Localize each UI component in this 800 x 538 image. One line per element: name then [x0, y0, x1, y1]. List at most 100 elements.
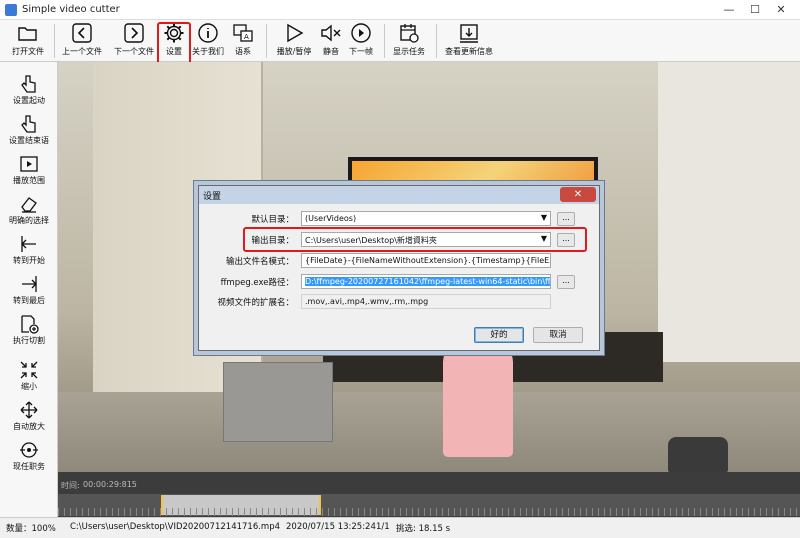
next-frame-label: 下一帧 [349, 47, 373, 56]
timeline-ticks [58, 508, 800, 516]
next-file-label: 下一个文件 [114, 47, 154, 56]
sidebar: 设置起动 设置结束语 播放范围 明确的选择 转到开始 转到最后 执行切割 缩小 … [0, 62, 58, 517]
file-path-status: C:\Users\user\Desktop\VID20200712141716.… [70, 522, 281, 532]
mute-button[interactable]: 静音 [318, 22, 344, 60]
auto-zoom-label: 自动放大 [13, 422, 45, 431]
hand-pointer-icon [21, 75, 36, 93]
task-icon [20, 442, 38, 458]
selection-length-status: 挑选: 18.15 s [396, 524, 451, 534]
maximize-button[interactable]: ☐ [744, 2, 766, 18]
language-icon: A [233, 24, 253, 42]
output-dir-highlight [243, 227, 587, 252]
dialog-title-bar: 设置 ✕ [199, 186, 599, 204]
mute-icon [321, 24, 341, 42]
language-button[interactable]: A 语系 [228, 22, 258, 60]
set-start-label: 设置起动 [13, 96, 45, 105]
extensions-input[interactable]: .mov,.avi,.mp4,.wmv,.rm,.mpg [301, 294, 551, 309]
set-end-label: 设置结束语 [9, 136, 49, 145]
dialog-title: 设置 [203, 192, 222, 202]
open-file-label: 打开文件 [12, 47, 44, 56]
shrink-label: 缩小 [21, 382, 37, 391]
play-pause-label: 播放/暂停 [276, 47, 312, 56]
shrink-icon [20, 361, 38, 379]
check-updates-button[interactable]: 查看更新信息 [440, 22, 498, 60]
play-pause-button[interactable]: 播放/暂停 [272, 22, 316, 60]
time-bar: 时间: 00:00:29:815 [58, 472, 800, 517]
timeline[interactable] [58, 494, 800, 516]
close-button[interactable]: ✕ [770, 2, 792, 18]
default-dir-browse-button[interactable]: ... [557, 212, 575, 226]
go-end-icon [22, 276, 37, 292]
set-end-button[interactable]: 设置结束语 [0, 112, 58, 150]
video-frame-child [443, 342, 513, 457]
title-bar: Simple video cutter — ☐ ✕ [0, 0, 800, 20]
video-frame-drawer [223, 362, 333, 442]
update-icon [460, 24, 478, 43]
expand-icon [20, 401, 38, 419]
settings-dialog: 设置 ✕ 默认目录： (UserVideos) ▼ ... 输出目录： C:\U… [198, 185, 600, 351]
toolbar: 打开文件 上一个文件 下一个文件 设置 关于我们 A 语系 播放/暂停 静音 下… [0, 20, 800, 62]
go-to-end-label: 转到最后 [13, 296, 45, 305]
about-label: 关于我们 [192, 47, 224, 56]
svg-text:A: A [244, 33, 249, 41]
chevron-right-icon [124, 23, 144, 43]
about-button[interactable]: 关于我们 [190, 22, 226, 60]
info-icon [198, 23, 218, 43]
play-range-button[interactable]: 播放范围 [0, 152, 58, 190]
clear-selection-button[interactable]: 明确的选择 [0, 192, 58, 230]
dropdown-arrow-icon: ▼ [540, 213, 547, 222]
check-updates-label: 查看更新信息 [445, 47, 493, 56]
default-dir-label: 默认目录： [251, 215, 294, 225]
ok-button[interactable]: 好的 [474, 327, 524, 343]
document-add-icon [21, 315, 39, 334]
app-icon [5, 4, 17, 16]
filename-pattern-input[interactable]: {FileDate}-{FileNameWithoutExtension}.{T… [301, 253, 551, 268]
hand-pointer-icon [21, 115, 36, 133]
mute-label: 静音 [323, 47, 339, 56]
prev-file-button[interactable]: 上一个文件 [58, 22, 106, 60]
current-task-button[interactable]: 现任职务 [0, 438, 58, 476]
clear-selection-label: 明确的选择 [9, 216, 49, 225]
time-value: 00:00:29:815 [83, 480, 137, 489]
video-frame-shelf [658, 62, 800, 362]
next-file-button[interactable]: 下一个文件 [110, 22, 158, 60]
filename-pattern-label: 输出文件名模式： [225, 257, 294, 267]
default-dir-select[interactable]: (UserVideos) ▼ [301, 211, 551, 226]
dialog-close-button[interactable]: ✕ [560, 187, 596, 202]
zoom-status: 数量：100% [6, 524, 56, 534]
go-to-start-label: 转到开始 [13, 256, 45, 265]
chevron-left-icon [72, 23, 92, 43]
show-tasks-button[interactable]: 显示任务 [388, 22, 430, 60]
auto-zoom-button[interactable]: 自动放大 [0, 398, 58, 436]
calendar-icon [400, 24, 419, 43]
execute-cut-button[interactable]: 执行切割 [0, 312, 58, 350]
go-start-icon [21, 236, 36, 252]
go-to-start-button[interactable]: 转到开始 [0, 232, 58, 270]
extensions-label: 视频文件的扩展名： [217, 298, 294, 308]
video-frame-pot [668, 437, 728, 472]
show-tasks-label: 显示任务 [393, 47, 425, 56]
minimize-button[interactable]: — [718, 2, 740, 18]
window-title: Simple video cutter [22, 4, 120, 15]
go-to-end-button[interactable]: 转到最后 [0, 272, 58, 310]
ffmpeg-path-label: ffmpeg.exe路径： [220, 278, 294, 288]
ffmpeg-path-value: D:\ffmpeg-20200727161042\ffmpeg-latest-w… [305, 277, 550, 286]
default-dir-value: (UserVideos) [305, 214, 357, 223]
open-file-button[interactable]: 打开文件 [8, 22, 48, 60]
status-bar: 数量：100% C:\Users\user\Desktop\VID2020071… [0, 517, 800, 538]
prev-file-label: 上一个文件 [62, 47, 102, 56]
shrink-button[interactable]: 缩小 [0, 358, 58, 396]
set-start-button[interactable]: 设置起动 [0, 72, 58, 110]
play-icon [287, 23, 304, 43]
ffmpeg-path-input[interactable]: D:\ffmpeg-20200727161042\ffmpeg-latest-w… [301, 274, 551, 289]
time-label: 时间: [61, 481, 80, 490]
ffmpeg-path-browse-button[interactable]: ... [557, 275, 575, 289]
folder-open-icon [18, 27, 37, 41]
cancel-button[interactable]: 取消 [533, 327, 583, 343]
next-frame-button[interactable]: 下一帧 [346, 22, 376, 60]
file-index-status: 1/1 [376, 522, 390, 532]
execute-cut-label: 执行切割 [13, 336, 45, 345]
current-task-label: 现任职务 [13, 462, 45, 471]
play-range-icon [20, 156, 38, 172]
eraser-icon [21, 197, 37, 213]
